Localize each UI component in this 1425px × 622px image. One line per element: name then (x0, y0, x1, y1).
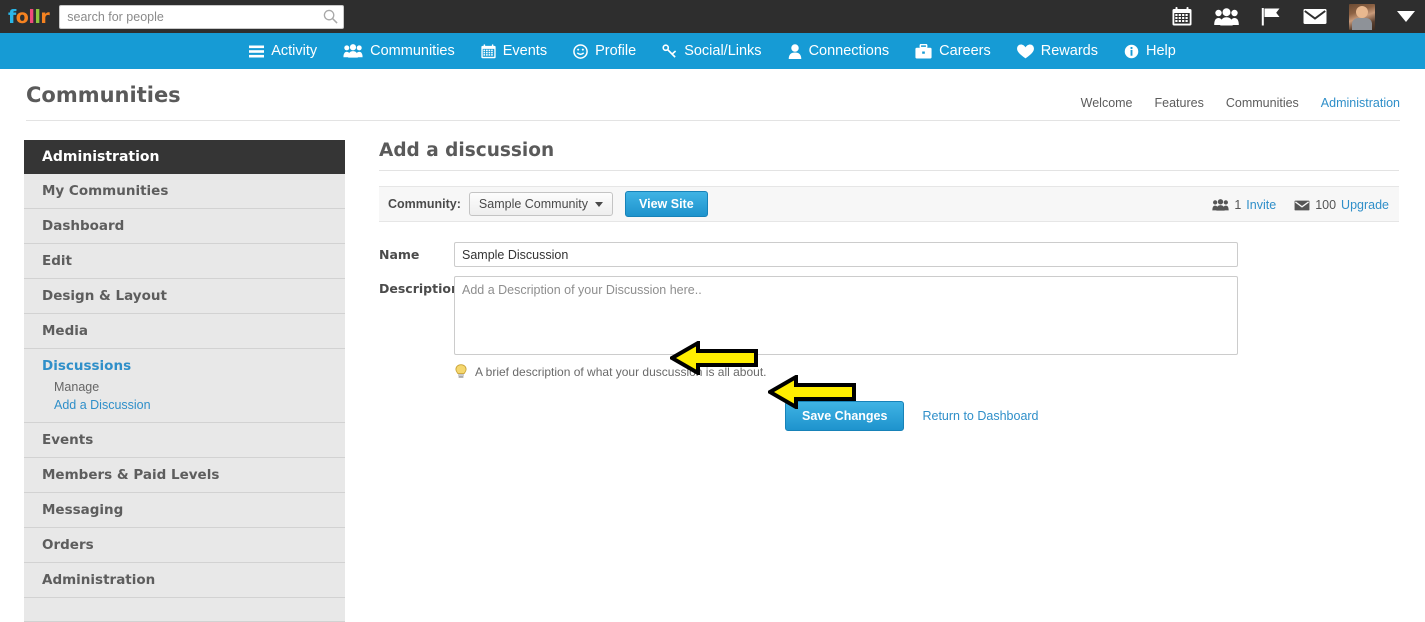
breadcrumb-administration[interactable]: Administration (1321, 96, 1400, 110)
avatar[interactable] (1349, 3, 1375, 30)
upgrade-count: 100 (1315, 198, 1337, 212)
people-icon (343, 44, 363, 58)
sidebar-item-events[interactable]: Events (24, 423, 345, 458)
caret-down-icon[interactable] (1397, 11, 1415, 22)
list-icon (249, 45, 265, 57)
info-icon (1124, 44, 1139, 58)
name-input[interactable] (454, 242, 1238, 267)
nav-label-rewards: Rewards (1040, 43, 1098, 59)
breadcrumb-features[interactable]: Features (1155, 96, 1204, 110)
calendar-icon[interactable] (1172, 7, 1192, 26)
nav-label-activity: Activity (271, 43, 318, 59)
discussion-form: Name Description A brief description of … (379, 242, 1399, 431)
chevron-down-icon (595, 201, 603, 207)
nav-item-profile[interactable]: Profile (573, 43, 636, 59)
nav-item-careers[interactable]: Careers (915, 43, 991, 59)
community-select-value: Sample Community (478, 197, 588, 211)
sidebar-item-edit[interactable]: Edit (24, 244, 345, 279)
description-label: Description (379, 281, 460, 296)
invite-count: 1 (1234, 198, 1242, 212)
upgrade-link[interactable]: Upgrade (1341, 198, 1389, 212)
nav-label-careers: Careers (939, 43, 991, 59)
sidebar-item-media[interactable]: Media (24, 314, 345, 349)
sidebar: Administration My Communities Dashboard … (24, 140, 345, 622)
nav-label-communities: Communities (370, 43, 455, 59)
description-textarea[interactable] (454, 276, 1238, 355)
briefcase-icon (915, 43, 932, 58)
nav-item-social-links[interactable]: Social/Links (662, 43, 762, 59)
community-toolbar: Community: Sample Community View Site 1 … (379, 186, 1399, 222)
flag-icon[interactable] (1261, 7, 1281, 26)
logo-letter-f: f (8, 5, 16, 28)
search-container (59, 4, 345, 29)
sidebar-item-dashboard[interactable]: Dashboard (24, 209, 345, 244)
community-select[interactable]: Sample Community (468, 192, 613, 216)
breadcrumb-welcome[interactable]: Welcome (1081, 96, 1133, 110)
people-icon (1212, 199, 1230, 211)
invite-link[interactable]: Invite (1246, 198, 1276, 212)
toolbar-stats: 1 Invite 100 Upgrade (1212, 187, 1389, 223)
annotation-arrow-name-field (670, 341, 758, 375)
sidebar-item-messaging[interactable]: Messaging (24, 493, 345, 528)
annotation-arrow-description-field (768, 375, 856, 409)
envelope-icon[interactable] (1303, 8, 1327, 25)
form-actions: Save Changes Return to Dashboard (785, 401, 1399, 431)
return-to-dashboard-link[interactable]: Return to Dashboard (922, 409, 1038, 423)
content-divider (379, 170, 1399, 171)
sidebar-item-administration[interactable]: Administration (24, 563, 345, 598)
nav-item-connections[interactable]: Connections (788, 43, 890, 59)
nav-label-help: Help (1145, 43, 1176, 59)
top-icon-group (1172, 0, 1415, 33)
user-icon (788, 43, 801, 59)
sidebar-subitem-manage[interactable]: Manage (42, 378, 345, 396)
follr-logo[interactable]: follr (8, 5, 50, 28)
main-content: Add a discussion Community: Sample Commu… (379, 140, 1399, 431)
nav-item-activity[interactable]: Activity (249, 43, 317, 59)
sidebar-item-my-communities[interactable]: My Communities (24, 174, 345, 209)
view-site-button[interactable]: View Site (625, 191, 708, 217)
search-input[interactable] (59, 4, 345, 29)
lightbulb-icon (455, 364, 467, 378)
sidebar-item-members-paid-levels[interactable]: Members & Paid Levels (24, 458, 345, 493)
calendar-icon (481, 43, 496, 58)
people-icon[interactable] (1214, 7, 1239, 26)
nav-item-communities[interactable]: Communities (343, 43, 455, 59)
name-row: Name (379, 242, 1399, 267)
logo-letter-r: r (40, 5, 50, 28)
nav-item-help[interactable]: Help (1124, 43, 1176, 59)
community-label: Community: (388, 197, 461, 211)
nav-item-events[interactable]: Events (481, 43, 547, 59)
sidebar-item-orders[interactable]: Orders (24, 528, 345, 563)
sidebar-subitem-add-a-discussion[interactable]: Add a Discussion (42, 396, 345, 414)
smiley-icon (573, 43, 588, 59)
main-navigation: Activity Communities Events Profile Soci… (0, 33, 1425, 69)
nav-label-social-links: Social/Links (684, 43, 762, 59)
sidebar-item-design-layout[interactable]: Design & Layout (24, 279, 345, 314)
header-divider (26, 120, 1400, 121)
top-bar: follr (0, 0, 1425, 33)
heart-icon (1016, 43, 1034, 58)
nav-item-rewards[interactable]: Rewards (1016, 43, 1098, 59)
sidebar-footer-spacer (24, 598, 345, 622)
sidebar-group-discussions: Discussions Manage Add a Discussion (24, 349, 345, 423)
breadcrumb-communities[interactable]: Communities (1226, 96, 1299, 110)
nav-label-events: Events (502, 43, 548, 59)
page-title: Communities (26, 83, 181, 107)
upgrade-stat: 100 Upgrade (1294, 198, 1389, 212)
nav-label-social: Profile (595, 43, 637, 59)
page-header: Communities Welcome Features Communities… (0, 69, 1425, 120)
sidebar-header: Administration (24, 140, 345, 174)
content-title: Add a discussion (379, 140, 555, 161)
description-hint: A brief description of what your duscuss… (454, 364, 1399, 379)
invite-stat: 1 Invite (1212, 198, 1276, 212)
breadcrumb: Welcome Features Communities Administrat… (1081, 96, 1400, 110)
link-icon (662, 43, 677, 58)
name-label: Name (379, 247, 420, 262)
nav-label-connections: Connections (808, 43, 890, 59)
envelope-icon (1294, 200, 1310, 210)
logo-letter-o: o (15, 5, 29, 28)
sidebar-item-discussions[interactable]: Discussions (42, 358, 345, 374)
description-row: Description (379, 276, 1399, 355)
